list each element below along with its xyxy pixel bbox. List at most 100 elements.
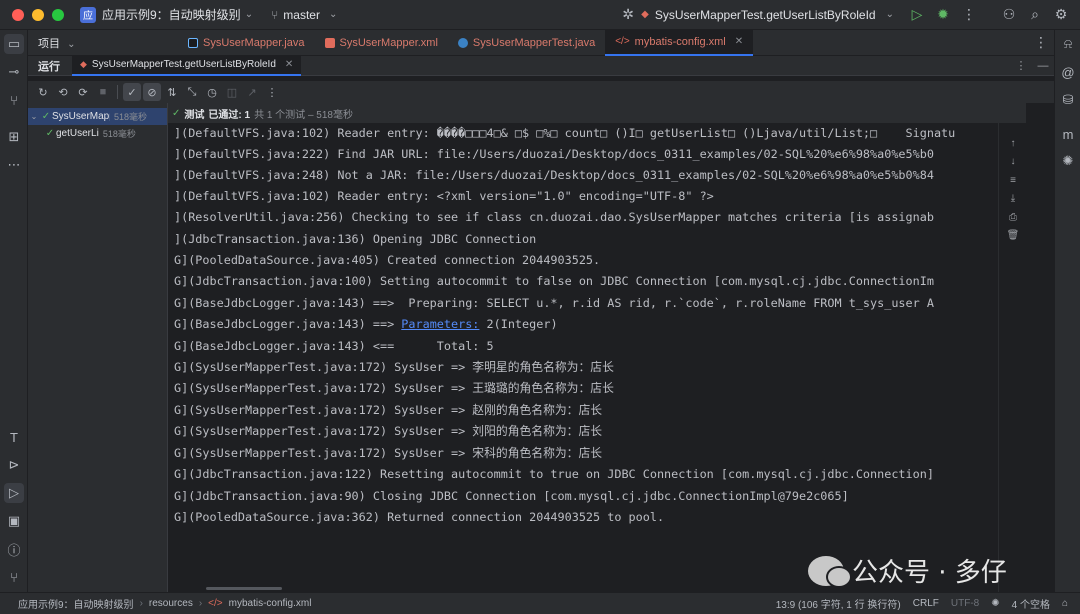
sort-duration-icon[interactable]: ⤡ — [183, 83, 201, 101]
xml-tag-icon: </> — [208, 598, 223, 609]
horizontal-scrollbar[interactable] — [206, 587, 282, 590]
run-icon[interactable]: ▷ — [904, 4, 930, 26]
close-window-button[interactable] — [12, 8, 24, 21]
project-switcher[interactable]: 应用示例9：自动映射级别 — [102, 6, 241, 23]
codeium-icon[interactable]: ✺ — [1058, 151, 1078, 171]
run-tool-icon[interactable]: ▷ — [4, 483, 24, 503]
console-line: G](BaseJdbcLogger.java:143) ==> Preparin… — [174, 296, 934, 310]
commit-icon[interactable]: ⊸ — [4, 62, 24, 82]
trash-icon[interactable]: 🗑 — [1006, 228, 1020, 242]
tab-options-icon[interactable]: ⋮ — [1028, 32, 1054, 54]
show-ignored-icon[interactable]: ⊘ — [143, 83, 161, 101]
toggle-autotest-icon[interactable]: ⟳ — [74, 83, 92, 101]
read-only-icon[interactable]: ⌂ — [1062, 598, 1068, 609]
arrow-down-icon[interactable]: ↓ — [1006, 154, 1020, 168]
branch-icon: ⑂ — [271, 7, 279, 22]
console-line: G](JdbcTransaction.java:100) Setting aut… — [174, 274, 934, 288]
run-tool-header: 运行 ◆ SysUserMapperTest.getUserListByRole… — [28, 55, 1054, 76]
chevron-right-icon: › — [198, 598, 203, 609]
project-panel-label[interactable]: 项目 ⌄ — [28, 35, 178, 51]
sort-icon[interactable]: ⇅ — [163, 83, 181, 101]
print-icon[interactable]: ⎙ — [1006, 210, 1020, 224]
chevron-down-icon[interactable]: ⌄ — [245, 9, 253, 20]
run-toolbar: ↻ ⟲ ⟳ ■ ✓ ⊘ ⇅ ⤡ ◷ ◫ ↗ ⋮ — [28, 81, 1054, 103]
watermark: 公众号 · 多仔 — [808, 552, 1007, 589]
console-output[interactable]: ](DefaultVFS.java:102) Reader entry: ���… — [168, 123, 998, 592]
arrow-up-icon[interactable]: ↑ — [1006, 136, 1020, 150]
scroll-to-end-icon[interactable]: ⤓ — [1006, 191, 1020, 205]
soft-wrap-icon[interactable]: ≡ — [1006, 173, 1020, 187]
gear-icon[interactable]: ⚙ — [1048, 4, 1074, 26]
wechat-icon — [808, 555, 852, 588]
run-config-selector[interactable]: ◆ SysUserMapperTest.getUserListByRoleId … — [641, 8, 894, 22]
file-encoding[interactable]: UTF-8 — [951, 598, 979, 609]
add-user-icon[interactable]: ⚇ — [996, 4, 1022, 26]
window-controls — [12, 8, 64, 21]
search-icon[interactable]: ⌕ — [1022, 4, 1048, 26]
tree-item-test-class[interactable]: ⌄ ✓ SysUserMapp 518毫秒 — [28, 108, 167, 125]
title-bar: 应 应用示例9：自动映射级别 ⌄ ⑂ master ⌄ ✲ ◆ SysUserM… — [0, 0, 1080, 30]
codeium-status-icon[interactable]: ✺ — [991, 598, 999, 609]
editor-tab-row: 项目 ⌄ SysUserMapper.java SysUserMapper.xm… — [28, 29, 1054, 56]
build-hammer-icon[interactable]: T — [4, 427, 24, 447]
debug-icon[interactable]: ✹ — [930, 4, 956, 26]
junit-icon: ◆ — [80, 59, 87, 69]
pull-requests-icon[interactable]: ⑂ — [4, 90, 24, 110]
zoom-window-button[interactable] — [52, 8, 64, 21]
stop-icon[interactable]: ■ — [94, 83, 112, 101]
close-tab-icon[interactable]: ✕ — [735, 36, 743, 47]
tab-mybatis-config-xml[interactable]: </> mybatis-config.xml ✕ — [605, 29, 754, 56]
services-icon[interactable]: ⊳ — [4, 455, 24, 475]
database-icon[interactable]: ⛁ — [1058, 90, 1078, 110]
tab-sysusermapper-xml[interactable]: SysUserMapper.xml — [315, 30, 448, 56]
caret-position[interactable]: 13:9 (106 字符, 1 行 换行符) — [776, 596, 901, 611]
screenshot-icon[interactable]: ◫ — [223, 83, 241, 101]
maven-icon[interactable]: m — [1058, 124, 1078, 144]
breadcrumb-file[interactable]: mybatis-config.xml — [229, 598, 312, 609]
chevron-down-icon[interactable]: ⌄ — [28, 112, 40, 121]
console-line: G](SysUserMapperTest.java:172) SysUser =… — [174, 424, 603, 438]
chevron-down-icon: ⌄ — [885, 9, 894, 20]
more-icon[interactable]: ⋮ — [956, 4, 982, 26]
run-panel-title: 运行 — [38, 60, 60, 73]
console-line: ](DefaultVFS.java:222) Find JAR URL: fil… — [174, 147, 934, 161]
show-passed-icon[interactable]: ✓ — [123, 83, 141, 101]
terminal-icon[interactable]: ▣ — [4, 511, 24, 531]
rerun-icon[interactable]: ↻ — [34, 83, 52, 101]
minimize-window-button[interactable] — [32, 8, 44, 21]
ai-assistant-icon[interactable]: @ — [1058, 62, 1078, 82]
git-icon[interactable]: ⑂ — [4, 567, 24, 587]
parameters-link[interactable]: Parameters: — [401, 317, 479, 331]
console-line: G](SysUserMapperTest.java:172) SysUser =… — [174, 403, 603, 417]
run-config-name: SysUserMapperTest.getUserListByRoleId — [654, 7, 876, 22]
indent-setting[interactable]: 4 个空格 — [1012, 596, 1050, 611]
test-tree: ⌄ ✓ SysUserMapp 518毫秒 ✓ getUserLi 518毫秒 — [28, 103, 168, 592]
structure-icon[interactable]: ⊞ — [4, 127, 24, 147]
junit-icon: ◆ — [641, 9, 649, 20]
tree-item-test-method[interactable]: ✓ getUserLi 518毫秒 — [28, 125, 167, 142]
right-tool-strip: ⍾ @ ⛁ m ✺ — [1054, 30, 1080, 592]
export-icon[interactable]: ↗ — [243, 83, 261, 101]
notifications-icon[interactable]: ⍾ — [1058, 34, 1078, 54]
minimize-panel-icon[interactable]: — — [1032, 60, 1054, 72]
run-tab-active[interactable]: ◆ SysUserMapperTest.getUserListByRoleId … — [72, 55, 302, 76]
console-line: ](DefaultVFS.java:248) Not a JAR: file:/… — [174, 168, 934, 182]
project-badge[interactable]: 应 — [80, 6, 96, 23]
project-folder-icon[interactable]: ▭ — [4, 34, 24, 54]
more-tools-icon[interactable]: ⋯ — [4, 155, 24, 175]
status-bar: 应用示例9：自动映射级别 › resources › </> mybatis-c… — [0, 592, 1080, 614]
close-tab-icon[interactable]: ✕ — [285, 59, 293, 70]
bug-settings-icon[interactable]: ✲ — [615, 4, 641, 26]
breadcrumb-project[interactable]: 应用示例9：自动映射级别 — [18, 596, 134, 611]
rerun-failed-icon[interactable]: ⟲ — [54, 83, 72, 101]
tab-sysusermapper-java[interactable]: SysUserMapper.java — [178, 30, 315, 56]
history-icon[interactable]: ◷ — [203, 83, 221, 101]
vcs-branch-switcher[interactable]: ⑂ master ⌄ — [271, 8, 337, 22]
more-icon[interactable]: ⋮ — [263, 83, 281, 101]
tab-sysusermappertest-java[interactable]: SysUserMapperTest.java — [448, 30, 605, 56]
problems-icon[interactable]: ⓘ — [4, 539, 24, 559]
breadcrumb-folder[interactable]: resources — [149, 598, 193, 609]
console-line: G](JdbcTransaction.java:90) Closing JDBC… — [174, 489, 849, 503]
more-icon[interactable]: ⋮ — [1010, 59, 1032, 72]
line-separator[interactable]: CRLF — [913, 598, 939, 609]
